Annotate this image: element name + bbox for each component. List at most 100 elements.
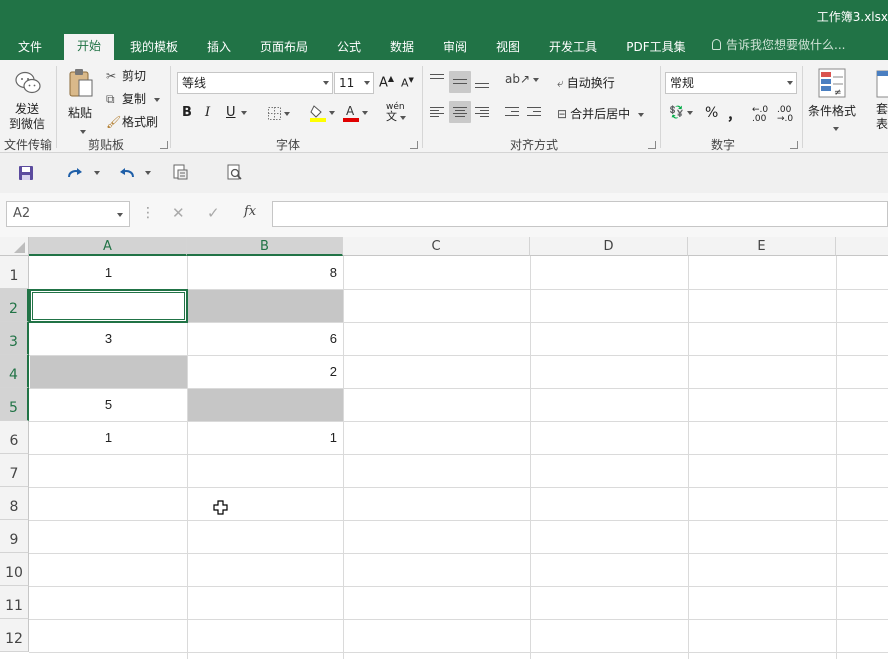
row-header-1[interactable]: 1 <box>0 256 29 289</box>
tab-file[interactable]: 文件 <box>6 36 54 60</box>
row-header-11[interactable]: 11 <box>0 586 29 619</box>
row-header-10[interactable]: 10 <box>0 553 29 586</box>
row-header-12[interactable]: 12 <box>0 619 29 652</box>
italic-button[interactable]: I <box>205 105 210 120</box>
redo-dropdown-icon[interactable] <box>94 171 100 175</box>
row-header-8[interactable]: 8 <box>0 487 29 520</box>
column-header-a[interactable]: A <box>29 237 187 256</box>
cancel-icon[interactable]: ✕ <box>172 204 185 222</box>
tell-me-search[interactable]: 告诉我您想要做什么... <box>712 36 845 53</box>
send-to-wechat-button[interactable]: 发送 到微信 <box>6 66 50 132</box>
format-as-table-button[interactable]: 套表格格 <box>862 66 888 132</box>
row-header-7[interactable]: 7 <box>0 454 29 487</box>
cell-a1[interactable]: 1 <box>30 257 187 289</box>
row-header-6[interactable]: 6 <box>0 421 29 454</box>
orientation-button[interactable]: ab↗ <box>505 72 540 86</box>
column-header-f-partial[interactable] <box>836 237 888 256</box>
cell-b5[interactable] <box>188 389 343 421</box>
cell-a4[interactable] <box>30 356 187 388</box>
gridline <box>29 553 888 554</box>
insert-function-icon[interactable]: fx <box>244 204 256 219</box>
paste-button[interactable]: 粘贴 <box>62 66 100 134</box>
cell-b4[interactable]: 2 <box>188 356 343 388</box>
gridline <box>29 652 888 653</box>
cell-a6[interactable]: 1 <box>30 422 187 454</box>
font-color-button[interactable]: A <box>343 104 368 122</box>
enter-icon[interactable]: ✓ <box>207 204 220 222</box>
border-icon <box>268 107 281 120</box>
cell-b6[interactable]: 1 <box>188 422 343 454</box>
decrease-font-size-button[interactable]: A▼ <box>401 76 414 90</box>
fill-color-button[interactable] <box>310 104 335 122</box>
column-header-d[interactable]: D <box>530 237 688 256</box>
font-launcher-icon[interactable] <box>410 141 418 149</box>
save-icon[interactable] <box>18 165 34 181</box>
phonetic-guide-button[interactable]: wén 文 <box>386 102 406 123</box>
lightbulb-icon <box>712 39 721 50</box>
align-middle-icon[interactable] <box>453 76 467 88</box>
cell-a5[interactable]: 5 <box>30 389 187 421</box>
decrease-decimal-button[interactable]: .00 →.0 <box>777 106 793 124</box>
underline-button[interactable]: U <box>226 105 247 120</box>
undo-icon[interactable] <box>118 166 136 180</box>
find-preview-icon[interactable] <box>226 164 244 182</box>
name-box[interactable]: A2 <box>6 201 130 227</box>
tab-formulas[interactable]: 公式 <box>328 36 370 60</box>
row-header-2[interactable]: 2 <box>0 289 29 322</box>
align-top-icon[interactable] <box>430 74 444 86</box>
column-header-c[interactable]: C <box>343 237 530 256</box>
number-format-select[interactable]: 常规 <box>665 72 797 94</box>
increase-decimal-button[interactable]: ←.0.00 <box>752 106 768 124</box>
undo-dropdown-icon[interactable] <box>145 171 151 175</box>
borders-button[interactable] <box>268 106 290 120</box>
copy-button[interactable]: ⧉ 复制 <box>106 90 161 107</box>
align-bottom-icon[interactable] <box>475 80 489 92</box>
percent-style-button[interactable]: % <box>705 105 718 121</box>
row-header-9[interactable]: 9 <box>0 520 29 553</box>
cell-b3[interactable]: 6 <box>188 323 343 355</box>
select-all-corner[interactable] <box>0 237 29 256</box>
font-size-select[interactable]: 11 <box>334 72 374 94</box>
cell-a3[interactable]: 3 <box>30 323 187 355</box>
row-header-5[interactable]: 5 <box>0 388 29 421</box>
paintbrush-icon: 🖌 <box>106 115 122 129</box>
tab-home[interactable]: 开始 <box>64 34 114 60</box>
active-cell-a2[interactable] <box>29 289 188 323</box>
tab-data[interactable]: 数据 <box>381 36 423 60</box>
alignment-launcher-icon[interactable] <box>648 141 656 149</box>
tab-view[interactable]: 视图 <box>487 36 529 60</box>
number-launcher-icon[interactable] <box>790 141 798 149</box>
column-header-e[interactable]: E <box>688 237 836 256</box>
clipboard-launcher-icon[interactable] <box>160 141 168 149</box>
conditional-formatting-button[interactable]: ≠ 条件格式 <box>806 66 860 132</box>
cell-b2[interactable] <box>188 290 343 322</box>
worksheet-grid[interactable]: A B C D E 1 2 3 4 5 6 7 8 9 10 11 12 1 8… <box>0 237 888 659</box>
align-right-icon[interactable] <box>475 107 489 119</box>
accounting-format-button[interactable]: 💱 <box>669 105 693 119</box>
comma-style-button[interactable]: ， <box>727 105 741 125</box>
row-header-3[interactable]: 3 <box>0 322 29 355</box>
tab-insert[interactable]: 插入 <box>198 36 240 60</box>
increase-font-size-button[interactable]: A▲ <box>379 74 394 90</box>
align-left-icon[interactable] <box>430 107 444 119</box>
font-name-select[interactable]: 等线 <box>177 72 333 94</box>
wrap-text-button[interactable]: ⤶ 自动换行 <box>557 74 615 91</box>
bold-button[interactable]: B <box>182 105 192 120</box>
format-painter-button[interactable]: 🖌格式刷 <box>106 113 158 130</box>
formula-input[interactable] <box>272 201 888 227</box>
cell-b1[interactable]: 8 <box>188 257 343 289</box>
merge-center-button[interactable]: ⊟ 合并后居中 <box>557 105 645 122</box>
row-header-4[interactable]: 4 <box>0 355 29 388</box>
tab-developer[interactable]: 开发工具 <box>542 36 604 60</box>
tab-my-templates[interactable]: 我的模板 <box>124 36 184 60</box>
print-preview-icon[interactable] <box>172 164 190 182</box>
align-center-icon[interactable] <box>453 107 467 119</box>
decrease-indent-icon[interactable] <box>505 107 519 119</box>
tab-pdf-tools[interactable]: PDF工具集 <box>620 36 692 60</box>
redo-icon[interactable] <box>66 166 84 180</box>
increase-indent-icon[interactable] <box>527 107 541 119</box>
tab-page-layout[interactable]: 页面布局 <box>252 36 316 60</box>
tab-review[interactable]: 审阅 <box>434 36 476 60</box>
cut-button[interactable]: ✂ 剪切 <box>106 67 146 84</box>
column-header-b[interactable]: B <box>187 237 343 256</box>
